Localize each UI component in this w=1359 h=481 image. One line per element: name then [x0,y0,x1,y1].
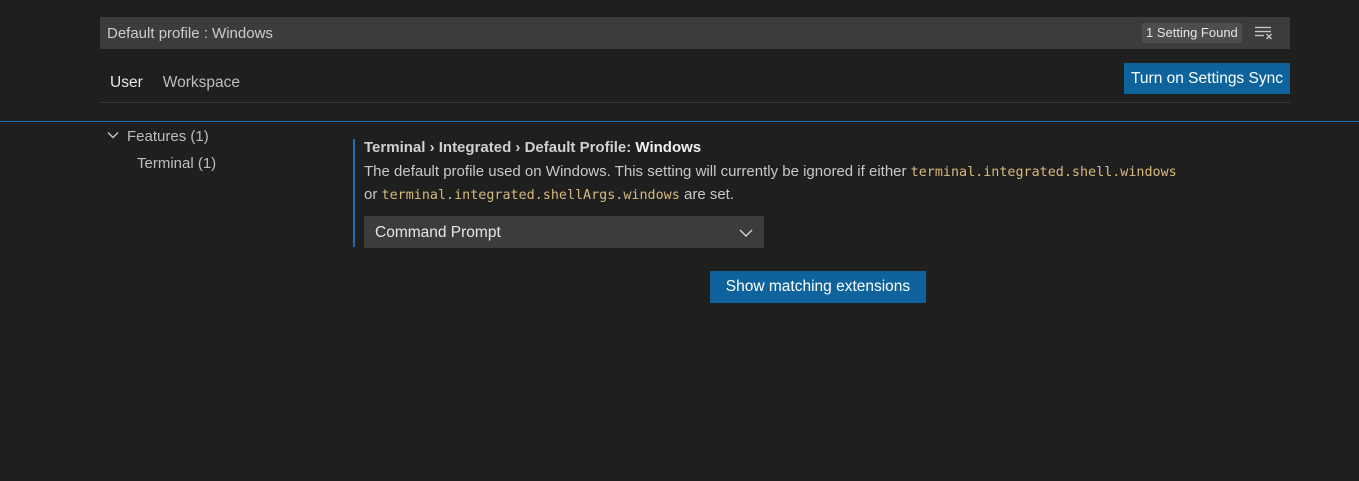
tab-workspace[interactable]: Workspace [153,66,250,102]
chevron-down-icon [105,127,121,143]
result-count-badge: 1 Setting Found [1142,23,1242,43]
toc-item-terminal-label: Terminal (1) [137,155,217,172]
header-divider [0,121,1359,122]
setting-focus-indicator [353,139,355,247]
setting-title: Terminal › Integrated › Default Profile:… [364,138,701,158]
setting-name: Windows [635,139,702,156]
clear-filter-icon[interactable] [1254,25,1276,41]
tab-user[interactable]: User [100,66,153,103]
default-profile-select[interactable]: Command Prompt [364,216,764,248]
setting-description-text: The default profile used on Windows. Thi… [364,163,911,180]
tab-user-label: User [110,74,143,91]
turn-on-settings-sync-button[interactable]: Turn on Settings Sync [1124,63,1290,94]
setting-category: Terminal › Integrated › Default Profile: [364,139,636,156]
show-matching-extensions-button[interactable]: Show matching extensions [710,271,926,303]
toc-item-features-label: Features (1) [127,128,209,145]
setting-link-shellargs-windows[interactable]: terminal.integrated.shellArgs.windows [382,188,680,203]
toc-item-terminal[interactable]: Terminal (1) [137,154,216,174]
tab-workspace-label: Workspace [162,74,240,91]
toc-item-features[interactable]: Features (1) [105,127,209,147]
setting-link-shell-windows[interactable]: terminal.integrated.shell.windows [911,165,1177,180]
chevron-down-icon [738,226,754,238]
setting-description-tail: are set. [679,186,735,203]
settings-editor: 1 Setting Found User Workspace Turn on S… [0,0,1359,481]
tabs-divider [100,102,1290,103]
setting-description: The default profile used on Windows. Thi… [364,161,1274,207]
settings-scope-tabs: User Workspace [100,66,250,103]
default-profile-select-value: Command Prompt [375,224,501,241]
settings-search-input[interactable] [100,17,1130,49]
settings-search-bar: 1 Setting Found [100,17,1290,49]
setting-description-or: or [364,186,382,203]
